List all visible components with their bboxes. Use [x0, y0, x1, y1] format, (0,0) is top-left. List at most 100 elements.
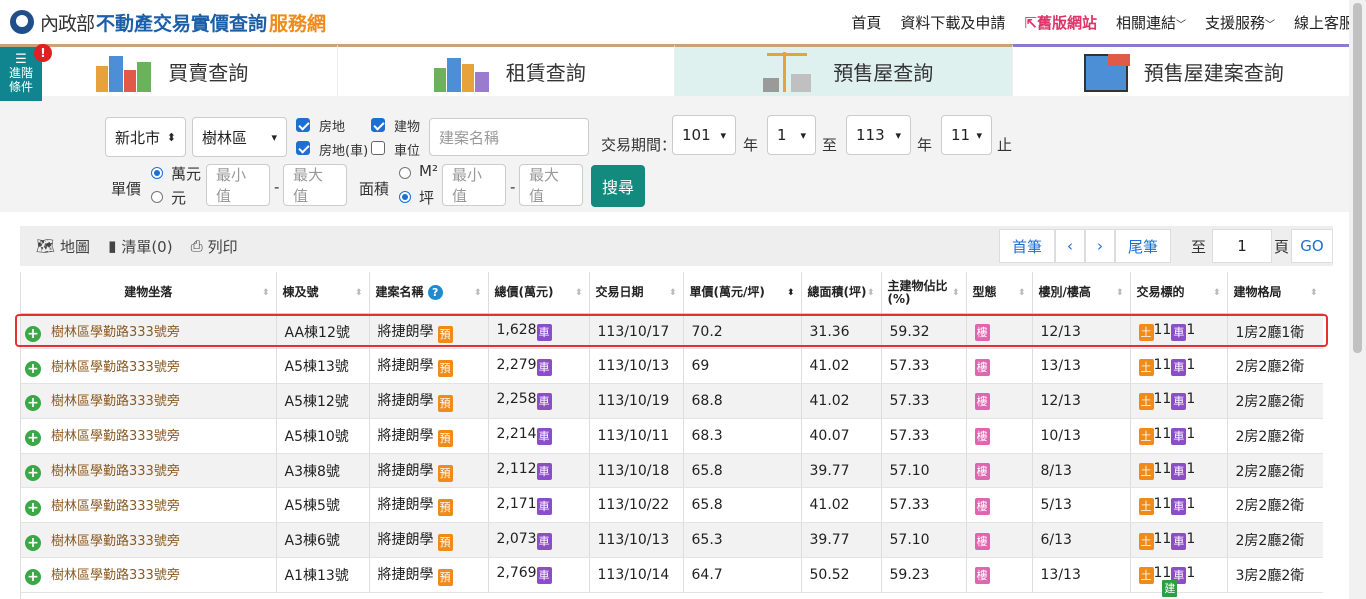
- chevron-down-icon: ▾: [800, 128, 806, 142]
- help-icon[interactable]: ?: [427, 285, 443, 300]
- cell-target: 土1建1車1: [1130, 557, 1228, 597]
- page-number-input[interactable]: 1: [1211, 229, 1272, 263]
- district-select[interactable]: 樹林區 ▾: [192, 117, 287, 157]
- col-target[interactable]: 交易標的 ⬍: [1130, 272, 1228, 315]
- month-to-select[interactable]: 11 ▾: [941, 115, 992, 155]
- expand-plus-icon[interactable]: +: [25, 499, 41, 516]
- checkbox-land-house[interactable]: [296, 118, 310, 132]
- area-max-input[interactable]: 最大值: [519, 164, 583, 206]
- cell-project: 將捷朗學預: [369, 314, 489, 350]
- col-layout[interactable]: 建物格局 ⬍: [1227, 272, 1323, 315]
- col-project[interactable]: 建案名稱 ? ⬍: [369, 272, 489, 315]
- cell-address[interactable]: + 樹林區學勤路333號旁: [21, 487, 277, 524]
- print-button[interactable]: ⎙ 列印: [191, 236, 238, 257]
- col-type[interactable]: 型態 ⬍: [966, 272, 1033, 315]
- expand-plus-icon[interactable]: +: [25, 534, 41, 551]
- table-row[interactable]: + 樹林區學勤路333號旁 A5棟13號 將捷朗學預 2,279 車 113/10/13 69…: [21, 348, 1323, 597]
- project-name-input[interactable]: 建案名稱: [429, 118, 589, 156]
- area-min-input[interactable]: 最小值: [442, 164, 506, 206]
- radio-area-m2[interactable]: [399, 167, 411, 179]
- cell-address[interactable]: + 樹林區學勤路333號旁: [21, 418, 277, 454]
- radio-unit-wan[interactable]: [151, 167, 163, 179]
- sort-icon: ⬍: [1212, 288, 1221, 298]
- cell-main-ratio: 57.10: [881, 453, 967, 489]
- table-row[interactable]: + 樹林區學勤路333號旁 AA棟12號 將捷朗學預 1,628 車 113/10/17 70…: [21, 314, 1323, 597]
- checkbox-land-house-car[interactable]: [296, 141, 310, 155]
- cell-address[interactable]: + 樹林區學勤路333號旁: [21, 314, 277, 350]
- expand-plus-icon[interactable]: +: [25, 465, 41, 482]
- nav-home[interactable]: 首頁: [851, 12, 881, 33]
- cell-floor: 13/13: [1032, 348, 1131, 385]
- cell-area: 31.36: [801, 314, 882, 350]
- first-page-button[interactable]: 首筆: [998, 229, 1055, 263]
- go-button[interactable]: GO: [1291, 229, 1333, 263]
- site-logo[interactable]: 內政部 不動產交易實價查詢 服務網: [10, 9, 326, 36]
- price-max-input[interactable]: 最大值: [283, 164, 347, 206]
- expand-plus-icon[interactable]: +: [25, 569, 41, 586]
- next-page-button[interactable]: ›: [1084, 229, 1115, 263]
- col-address[interactable]: 建物坐落 ⬍: [21, 272, 277, 315]
- year-to-select[interactable]: 113 ▾: [846, 115, 911, 155]
- expand-plus-icon[interactable]: +: [25, 430, 41, 447]
- cell-total-price: 2,258 車: [488, 383, 590, 419]
- col-floor[interactable]: 樓別/樓高 ⬍: [1032, 272, 1131, 315]
- chevron-down-icon: ▾: [895, 128, 901, 142]
- nav-online-service[interactable]: 線上客服: [1294, 12, 1354, 33]
- cell-address[interactable]: + 樹林區學勤路333號旁: [21, 383, 277, 419]
- page-scrollbar[interactable]: [1349, 0, 1366, 599]
- cell-unit: A5棟13號: [276, 348, 370, 385]
- advanced-filter-button[interactable]: ☰ 進階 條件 !: [0, 44, 52, 101]
- cell-type: 樓: [966, 314, 1033, 350]
- tab-presale[interactable]: 預售屋查詢: [675, 44, 1013, 96]
- last-page-button[interactable]: 尾筆: [1114, 229, 1171, 263]
- nav-download[interactable]: 資料下載及申請: [900, 12, 1005, 33]
- land-tag: 土: [1138, 393, 1154, 411]
- month-from-select[interactable]: 1 ▾: [767, 115, 816, 155]
- nav-old-site[interactable]: ⇱舊版網站: [1024, 12, 1097, 33]
- cell-address[interactable]: + 樹林區學勤路333號旁: [21, 348, 277, 385]
- expand-plus-icon[interactable]: +: [25, 360, 41, 377]
- map-button[interactable]: 🗺 地圖: [36, 236, 90, 257]
- cell-date: 113/10/14: [589, 557, 684, 593]
- radio-unit-yuan[interactable]: [151, 191, 163, 203]
- table-row[interactable]: + 樹林區學勤路333號旁 A3棟8號 將捷朗學預 2,112 車 113/10/18 65.…: [21, 453, 1323, 597]
- search-button[interactable]: 搜尋: [591, 165, 645, 207]
- cell-address[interactable]: + 樹林區學勤路333號旁: [21, 557, 277, 593]
- checkbox-building[interactable]: [371, 118, 385, 132]
- table-row[interactable]: + 樹林區學勤路333號旁 A1棟13號 將捷朗學預 2,769 車 113/10/14 64…: [21, 557, 1323, 597]
- col-total-price[interactable]: 總價(萬元) ⬍: [488, 272, 590, 315]
- table-row[interactable]: + 樹林區學勤路333號旁 A5棟12號 將捷朗學預 2,258 車 113/10/19 68…: [21, 383, 1323, 597]
- price-min-input[interactable]: 最小值: [206, 164, 270, 206]
- year-from-select[interactable]: 101 ▾: [672, 115, 736, 155]
- sort-icon: ⬍: [866, 288, 875, 298]
- city-select[interactable]: 新北市 ⬍: [105, 117, 186, 157]
- nav-related-links[interactable]: 相關連結﹀: [1116, 12, 1186, 33]
- col-main-ratio[interactable]: 主建物佔比(%) ⬍: [881, 272, 967, 315]
- cell-address[interactable]: + 樹林區學勤路333號旁: [21, 522, 277, 559]
- cell-layout: 2房2廳2衛: [1227, 418, 1323, 454]
- nav-support[interactable]: 支援服務﹀: [1205, 12, 1275, 33]
- radio-area-ping[interactable]: [399, 191, 411, 203]
- scrollbar-thumb[interactable]: [1353, 3, 1362, 353]
- checkbox-parking[interactable]: [371, 141, 385, 155]
- col-unit[interactable]: 棟及號 ⬍: [276, 272, 370, 315]
- col-date[interactable]: 交易日期 ⬍: [589, 272, 684, 315]
- new-building-icon: [1078, 50, 1134, 94]
- col-area[interactable]: 總面積(坪) ⬍: [801, 272, 882, 315]
- presale-tag: 預: [437, 568, 453, 586]
- cell-date: 113/10/13: [589, 348, 684, 385]
- expand-plus-icon[interactable]: +: [25, 326, 41, 343]
- table-row[interactable]: + 樹林區學勤路333號旁 A5棟10號 將捷朗學預 2,214 車 113/10/11 68…: [21, 418, 1323, 597]
- tab-rental[interactable]: 租賃查詢: [337, 44, 675, 96]
- tab-presale-project[interactable]: 預售屋建案查詢: [1012, 44, 1349, 96]
- table-row[interactable]: + 樹林區學勤路333號旁 A3棟6號 將捷朗學預 2,073 車 113/10/13 65.…: [21, 522, 1323, 597]
- land-tag: 土: [1138, 428, 1154, 446]
- expand-plus-icon[interactable]: +: [25, 395, 41, 412]
- col-unit-price[interactable]: 單價(萬元/坪) ⬍: [683, 272, 802, 315]
- cell-address[interactable]: + 樹林區學勤路333號旁: [21, 453, 277, 489]
- cell-target: 土1建1車1: [1130, 418, 1228, 597]
- table-row[interactable]: + 樹林區學勤路333號旁 A5棟5號 將捷朗學預 2,171 車 113/10/22 65.…: [21, 487, 1323, 597]
- cell-target: 土1建1車1: [1130, 348, 1228, 597]
- list-button[interactable]: ▮ 清單(0): [108, 236, 173, 257]
- prev-page-button[interactable]: ‹: [1054, 229, 1085, 263]
